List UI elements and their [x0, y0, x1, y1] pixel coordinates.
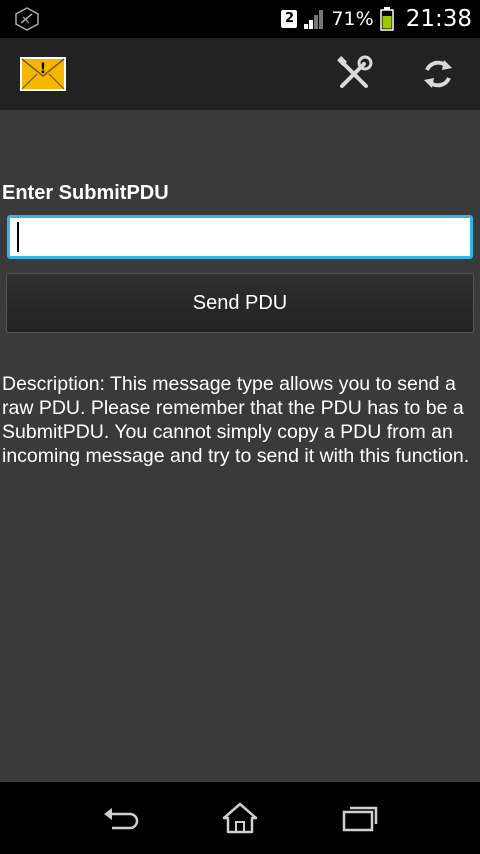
recent-apps-icon[interactable] — [338, 800, 382, 836]
app-notification-icon — [15, 7, 39, 31]
tools-icon[interactable] — [334, 54, 374, 94]
battery-percent: 71% — [331, 8, 374, 30]
send-pdu-button[interactable]: Send PDU — [6, 273, 474, 333]
battery-icon — [379, 7, 394, 31]
status-bar: 2 71% 21:38 — [0, 0, 480, 38]
description-text: Description: This message type allows yo… — [2, 373, 470, 467]
back-icon[interactable] — [98, 800, 142, 836]
signal-icon — [304, 10, 324, 29]
home-icon[interactable] — [218, 800, 262, 836]
pdu-input[interactable] — [7, 215, 473, 259]
text-cursor — [17, 222, 19, 252]
mail-alert-icon[interactable]: ! — [20, 56, 66, 92]
svg-text:!: ! — [40, 61, 46, 77]
action-bar: ! — [0, 38, 480, 110]
clock: 21:38 — [405, 6, 472, 32]
navigation-bar — [0, 782, 480, 854]
refresh-icon[interactable] — [418, 54, 458, 94]
sim-icon: 2 — [281, 10, 298, 28]
submit-pdu-label: Enter SubmitPDU — [2, 182, 169, 204]
main-content: Enter SubmitPDU Send PDU Description: Th… — [0, 110, 480, 782]
